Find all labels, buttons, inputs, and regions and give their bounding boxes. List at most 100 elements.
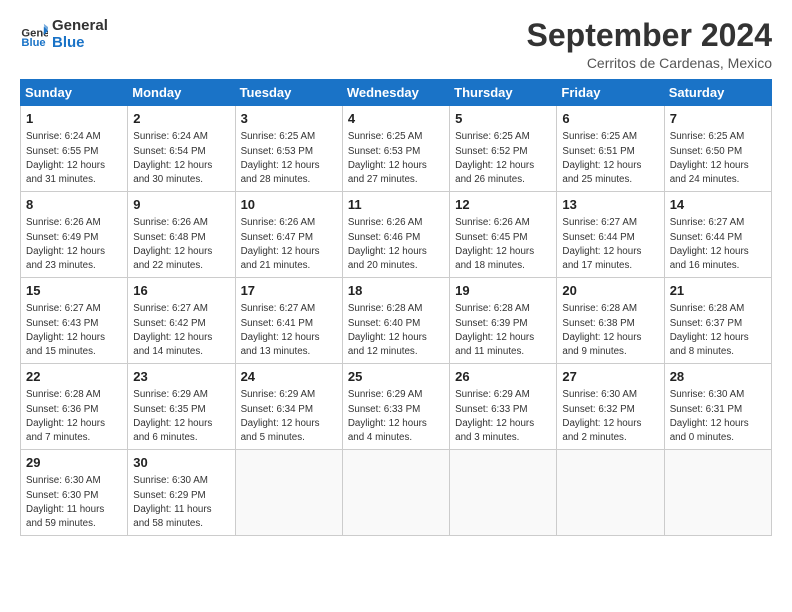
- day-info: Sunrise: 6:30 AMSunset: 6:29 PMDaylight:…: [133, 474, 229, 531]
- day-info: Sunrise: 6:30 AMSunset: 6:31 PMDaylight:…: [670, 388, 766, 445]
- table-row: 12 Sunrise: 6:26 AMSunset: 6:45 PMDayligh…: [450, 192, 557, 278]
- day-info: Sunrise: 6:28 AMSunset: 6:37 PMDaylight:…: [670, 302, 766, 359]
- table-row: 3 Sunrise: 6:25 AMSunset: 6:53 PMDaylight…: [235, 106, 342, 192]
- day-number: 1: [26, 110, 122, 128]
- table-row: 21 Sunrise: 6:28 AMSunset: 6:37 PMDayligh…: [664, 278, 771, 364]
- day-info: Sunrise: 6:27 AMSunset: 6:43 PMDaylight:…: [26, 302, 122, 359]
- day-number: 17: [241, 282, 337, 300]
- table-row: 16 Sunrise: 6:27 AMSunset: 6:42 PMDayligh…: [128, 278, 235, 364]
- day-info: Sunrise: 6:26 AMSunset: 6:46 PMDaylight:…: [348, 216, 444, 273]
- table-row: 17 Sunrise: 6:27 AMSunset: 6:41 PMDayligh…: [235, 278, 342, 364]
- day-number: 26: [455, 368, 551, 386]
- day-number: 29: [26, 454, 122, 472]
- table-row: 9 Sunrise: 6:26 AMSunset: 6:48 PMDaylight…: [128, 192, 235, 278]
- subtitle: Cerritos de Cardenas, Mexico: [527, 55, 772, 71]
- day-info: Sunrise: 6:29 AMSunset: 6:35 PMDaylight:…: [133, 388, 229, 445]
- table-row: 27 Sunrise: 6:30 AMSunset: 6:32 PMDayligh…: [557, 364, 664, 450]
- logo-icon: General Blue: [20, 21, 48, 49]
- day-info: Sunrise: 6:27 AMSunset: 6:44 PMDaylight:…: [562, 216, 658, 273]
- day-number: 12: [455, 196, 551, 214]
- day-number: 16: [133, 282, 229, 300]
- table-row: 2 Sunrise: 6:24 AMSunset: 6:54 PMDaylight…: [128, 106, 235, 192]
- day-number: 24: [241, 368, 337, 386]
- day-info: Sunrise: 6:27 AMSunset: 6:44 PMDaylight:…: [670, 216, 766, 273]
- table-row: 24 Sunrise: 6:29 AMSunset: 6:34 PMDayligh…: [235, 364, 342, 450]
- table-row: 1 Sunrise: 6:24 AMSunset: 6:55 PMDaylight…: [21, 106, 128, 192]
- day-info: Sunrise: 6:27 AMSunset: 6:42 PMDaylight:…: [133, 302, 229, 359]
- table-row: 22 Sunrise: 6:28 AMSunset: 6:36 PMDayligh…: [21, 364, 128, 450]
- day-info: Sunrise: 6:28 AMSunset: 6:38 PMDaylight:…: [562, 302, 658, 359]
- day-info: Sunrise: 6:25 AMSunset: 6:53 PMDaylight:…: [348, 130, 444, 187]
- day-number: 10: [241, 196, 337, 214]
- table-row: 29 Sunrise: 6:30 AMSunset: 6:30 PMDayligh…: [21, 450, 128, 536]
- day-number: 18: [348, 282, 444, 300]
- logo-line2: Blue: [52, 35, 108, 52]
- day-number: 2: [133, 110, 229, 128]
- day-number: 14: [670, 196, 766, 214]
- table-row: 23Sunrise: 6:29 AMSunset: 6:35 PMDayligh…: [128, 364, 235, 450]
- day-number: 21: [670, 282, 766, 300]
- day-number: 13: [562, 196, 658, 214]
- day-info: Sunrise: 6:25 AMSunset: 6:53 PMDaylight:…: [241, 130, 337, 187]
- table-row: [450, 450, 557, 536]
- day-info: Sunrise: 6:29 AMSunset: 6:33 PMDaylight:…: [348, 388, 444, 445]
- day-number: 27: [562, 368, 658, 386]
- day-info: Sunrise: 6:24 AMSunset: 6:54 PMDaylight:…: [133, 130, 229, 187]
- col-thursday: Thursday: [450, 80, 557, 106]
- calendar-week-row: 22 Sunrise: 6:28 AMSunset: 6:36 PMDayligh…: [21, 364, 772, 450]
- header: General Blue General Blue September 2024…: [20, 18, 772, 71]
- day-info: Sunrise: 6:25 AMSunset: 6:50 PMDaylight:…: [670, 130, 766, 187]
- calendar-week-row: 15 Sunrise: 6:27 AMSunset: 6:43 PMDayligh…: [21, 278, 772, 364]
- day-info: Sunrise: 6:26 AMSunset: 6:47 PMDaylight:…: [241, 216, 337, 273]
- day-number: 22: [26, 368, 122, 386]
- day-info: Sunrise: 6:25 AMSunset: 6:51 PMDaylight:…: [562, 130, 658, 187]
- day-number: 7: [670, 110, 766, 128]
- day-number: 3: [241, 110, 337, 128]
- table-row: 11Sunrise: 6:26 AMSunset: 6:46 PMDayligh…: [342, 192, 449, 278]
- main-title: September 2024: [527, 18, 772, 53]
- col-monday: Monday: [128, 80, 235, 106]
- col-sunday: Sunday: [21, 80, 128, 106]
- table-row: 13 Sunrise: 6:27 AMSunset: 6:44 PMDayligh…: [557, 192, 664, 278]
- table-row: 4Sunrise: 6:25 AMSunset: 6:53 PMDaylight…: [342, 106, 449, 192]
- day-info: Sunrise: 6:27 AMSunset: 6:41 PMDaylight:…: [241, 302, 337, 359]
- day-info: Sunrise: 6:28 AMSunset: 6:40 PMDaylight:…: [348, 302, 444, 359]
- table-row: 30 Sunrise: 6:30 AMSunset: 6:29 PMDayligh…: [128, 450, 235, 536]
- day-number: 8: [26, 196, 122, 214]
- col-friday: Friday: [557, 80, 664, 106]
- col-wednesday: Wednesday: [342, 80, 449, 106]
- table-row: [664, 450, 771, 536]
- calendar-header-row: Sunday Monday Tuesday Wednesday Thursday…: [21, 80, 772, 106]
- day-number: 30: [133, 454, 229, 472]
- logo-line1: General: [52, 18, 108, 35]
- table-row: [342, 450, 449, 536]
- day-number: 19: [455, 282, 551, 300]
- day-info: Sunrise: 6:24 AMSunset: 6:55 PMDaylight:…: [26, 130, 122, 187]
- table-row: 28 Sunrise: 6:30 AMSunset: 6:31 PMDayligh…: [664, 364, 771, 450]
- day-number: 5: [455, 110, 551, 128]
- calendar-week-row: 1 Sunrise: 6:24 AMSunset: 6:55 PMDaylight…: [21, 106, 772, 192]
- day-info: Sunrise: 6:30 AMSunset: 6:32 PMDaylight:…: [562, 388, 658, 445]
- page: General Blue General Blue September 2024…: [0, 0, 792, 546]
- day-number: 9: [133, 196, 229, 214]
- title-block: September 2024 Cerritos de Cardenas, Mex…: [527, 18, 772, 71]
- calendar-table: Sunday Monday Tuesday Wednesday Thursday…: [20, 79, 772, 536]
- day-info: Sunrise: 6:30 AMSunset: 6:30 PMDaylight:…: [26, 474, 122, 531]
- day-info: Sunrise: 6:26 AMSunset: 6:45 PMDaylight:…: [455, 216, 551, 273]
- day-number: 15: [26, 282, 122, 300]
- day-info: Sunrise: 6:26 AMSunset: 6:48 PMDaylight:…: [133, 216, 229, 273]
- day-info: Sunrise: 6:26 AMSunset: 6:49 PMDaylight:…: [26, 216, 122, 273]
- day-number: 6: [562, 110, 658, 128]
- day-info: Sunrise: 6:28 AMSunset: 6:39 PMDaylight:…: [455, 302, 551, 359]
- table-row: [557, 450, 664, 536]
- calendar-week-row: 8 Sunrise: 6:26 AMSunset: 6:49 PMDaylight…: [21, 192, 772, 278]
- table-row: 20Sunrise: 6:28 AMSunset: 6:38 PMDayligh…: [557, 278, 664, 364]
- day-info: Sunrise: 6:29 AMSunset: 6:34 PMDaylight:…: [241, 388, 337, 445]
- day-number: 28: [670, 368, 766, 386]
- day-info: Sunrise: 6:29 AMSunset: 6:33 PMDaylight:…: [455, 388, 551, 445]
- table-row: [235, 450, 342, 536]
- calendar-week-row: 29 Sunrise: 6:30 AMSunset: 6:30 PMDayligh…: [21, 450, 772, 536]
- logo: General Blue General Blue: [20, 18, 108, 51]
- day-info: Sunrise: 6:28 AMSunset: 6:36 PMDaylight:…: [26, 388, 122, 445]
- svg-text:Blue: Blue: [21, 37, 45, 49]
